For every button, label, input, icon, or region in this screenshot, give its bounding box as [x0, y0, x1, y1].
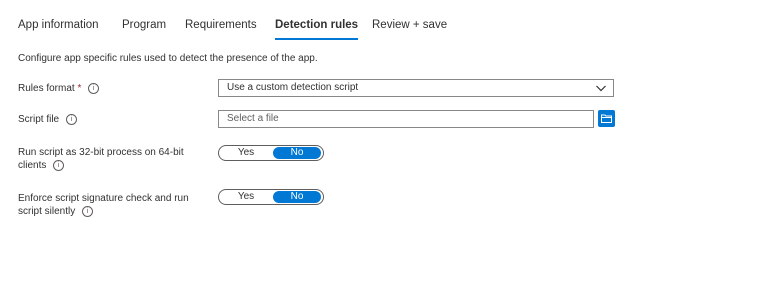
info-icon[interactable]: i: [82, 205, 94, 217]
toggle-no-option[interactable]: No: [273, 147, 321, 159]
script-file-label: Script file i: [18, 113, 77, 126]
run-32bit-label: Run script as 32-bit process on 64-bit c…: [18, 147, 184, 171]
enforce-signature-toggle[interactable]: Yes No: [218, 189, 324, 205]
enforce-signature-label: Enforce script signature check and run s…: [18, 193, 189, 217]
tab-requirements[interactable]: Requirements: [185, 19, 257, 31]
folder-icon: [601, 114, 612, 123]
page-description: Configure app specific rules used to det…: [18, 53, 318, 64]
toggle-yes-option[interactable]: Yes: [221, 190, 271, 204]
toggle-yes-option[interactable]: Yes: [221, 146, 271, 160]
run-32bit-toggle[interactable]: Yes No: [218, 145, 324, 161]
chevron-down-icon: [596, 85, 606, 92]
browse-file-button[interactable]: [598, 110, 615, 127]
rules-format-label: Rules format * i: [18, 82, 100, 95]
tab-review-save[interactable]: Review + save: [372, 19, 447, 31]
active-tab-indicator: [275, 38, 359, 40]
info-icon[interactable]: i: [65, 113, 77, 125]
tab-app-information[interactable]: App information: [18, 19, 99, 31]
info-icon[interactable]: i: [53, 159, 65, 171]
script-file-placeholder: Select a file: [227, 113, 279, 124]
rules-format-dropdown[interactable]: Use a custom detection script: [218, 79, 614, 97]
tab-program[interactable]: Program: [122, 19, 166, 31]
rules-format-value: Use a custom detection script: [227, 82, 359, 93]
info-icon[interactable]: i: [88, 82, 100, 94]
toggle-no-option[interactable]: No: [273, 191, 321, 203]
required-marker: *: [77, 83, 82, 94]
script-file-input[interactable]: Select a file: [218, 110, 594, 128]
tab-detection-rules[interactable]: Detection rules: [275, 19, 359, 40]
